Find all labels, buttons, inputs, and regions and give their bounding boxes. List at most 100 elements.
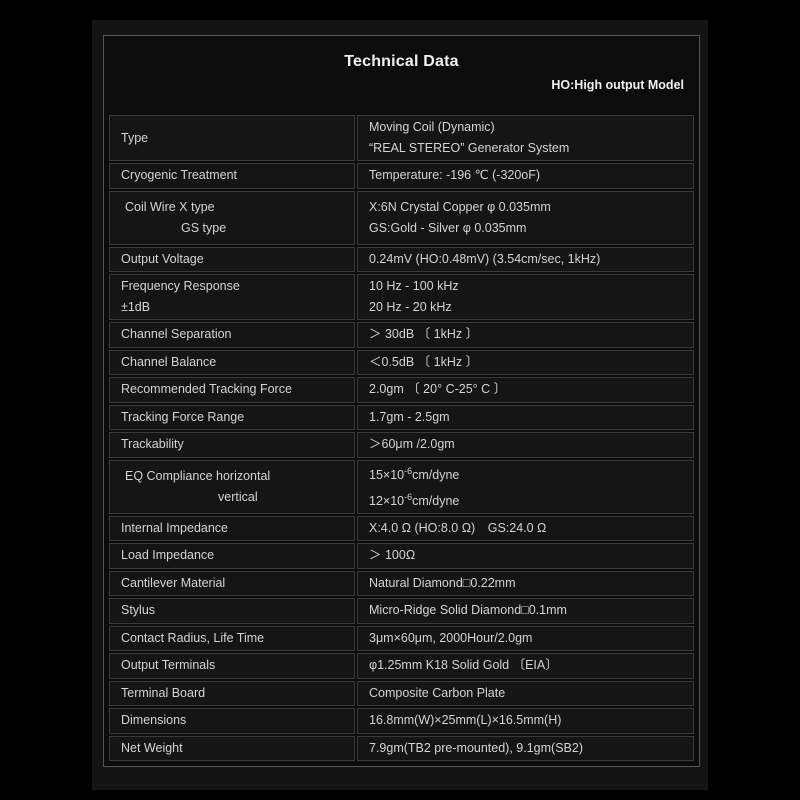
label-text: Recommended Tracking Force bbox=[121, 382, 292, 397]
spec-value: X:6N Crystal Copper φ 0.035mm GS:Gold - … bbox=[357, 190, 694, 245]
spec-label: Coil Wire X type GS type bbox=[109, 190, 355, 245]
label-text: Trackability bbox=[121, 437, 184, 452]
spec-label: Output Terminals bbox=[109, 653, 355, 679]
label-text: ±1dB bbox=[121, 300, 151, 314]
table-row: Net Weight 7.9gm(TB2 pre-mounted), 9.1gm… bbox=[109, 735, 694, 761]
table-row: Output Voltage 0.24mV (HO:0.48mV) (3.54c… bbox=[109, 246, 694, 272]
label-text: Cantilever Material bbox=[121, 575, 226, 590]
label-text: Stylus bbox=[121, 603, 156, 618]
spec-label: Net Weight bbox=[109, 735, 355, 761]
spec-value: 1.7gm - 2.5gm bbox=[357, 404, 694, 430]
value-exponent: -6 bbox=[404, 466, 413, 477]
value-text: 16.8mm(W)×25mm(L)×16.5mm(H) bbox=[369, 713, 562, 728]
value-text: 2.0gm 〔 20° C-25° C 〕 bbox=[369, 382, 507, 397]
value-text: Natural Diamond□0.22mm bbox=[369, 575, 516, 590]
spec-label: Cryogenic Treatment bbox=[109, 163, 355, 189]
value-text: ＞ 100Ω bbox=[369, 548, 416, 563]
spec-value: 0.24mV (HO:0.48mV) (3.54cm/sec, 1kHz) bbox=[357, 246, 694, 272]
table-row: Cantilever Material Natural Diamond□0.22… bbox=[109, 570, 694, 596]
spec-label: Frequency Response ±1dB bbox=[109, 274, 355, 320]
label-text: GS type bbox=[181, 220, 227, 235]
spec-label: Trackability bbox=[109, 432, 355, 458]
table-row: Dimensions 16.8mm(W)×25mm(L)×16.5mm(H) bbox=[109, 708, 694, 734]
value-text: “REAL STEREO” Generator System bbox=[369, 141, 570, 155]
spec-label: Terminal Board bbox=[109, 680, 355, 706]
label-text: Contact Radius, Life Time bbox=[121, 630, 265, 645]
value-exponent: -6 bbox=[404, 491, 413, 502]
value-text: X:6N Crystal Copper φ 0.035mm bbox=[369, 199, 551, 214]
spec-label: Recommended Tracking Force bbox=[109, 377, 355, 403]
table-row: Coil Wire X type GS type X:6N Crystal Co… bbox=[109, 190, 694, 245]
label-text: EQ Compliance horizontal bbox=[125, 468, 271, 483]
spec-label: Output Voltage bbox=[109, 246, 355, 272]
table-row: Load Impedance ＞ 100Ω bbox=[109, 543, 694, 569]
table-row: Output Terminals φ1.25mm K18 Solid Gold … bbox=[109, 653, 694, 679]
spec-label: Dimensions bbox=[109, 708, 355, 734]
spec-label: EQ Compliance horizontal vertical bbox=[109, 459, 355, 514]
table-row: Terminal Board Composite Carbon Plate bbox=[109, 680, 694, 706]
label-text: Channel Balance bbox=[121, 354, 217, 369]
spec-value: 3μm×60μm, 2000Hour/2.0gm bbox=[357, 625, 694, 651]
table-row: Contact Radius, Life Time 3μm×60μm, 2000… bbox=[109, 625, 694, 651]
value-text: Composite Carbon Plate bbox=[369, 685, 506, 700]
spec-value: ＞60μm /2.0gm bbox=[357, 432, 694, 458]
page-title: Technical Data bbox=[344, 53, 459, 70]
spec-value: Composite Carbon Plate bbox=[357, 680, 694, 706]
label-text: Coil Wire X type bbox=[125, 199, 215, 214]
spec-value: Moving Coil (Dynamic) “REAL STEREO” Gene… bbox=[357, 115, 694, 161]
table-row: Internal Impedance X:4.0 Ω (HO:8.0 Ω) GS… bbox=[109, 515, 694, 541]
table-row: Channel Separation ＞ 30dB 〔 1kHz 〕 bbox=[109, 322, 694, 348]
value-text: 10 Hz - 100 kHz bbox=[369, 279, 459, 293]
value-text: 0.24mV (HO:0.48mV) (3.54cm/sec, 1kHz) bbox=[369, 251, 601, 266]
spec-label: Internal Impedance bbox=[109, 515, 355, 541]
spec-label: Stylus bbox=[109, 598, 355, 624]
label-text: Load Impedance bbox=[121, 548, 215, 563]
value-base: 12×10 bbox=[369, 493, 405, 508]
value-text: φ1.25mm K18 Solid Gold 〔EIA〕 bbox=[369, 658, 558, 673]
label-text: Channel Separation bbox=[121, 327, 232, 342]
label-text: Frequency Response bbox=[121, 279, 240, 293]
label-text: Tracking Force Range bbox=[121, 409, 245, 424]
table-row: Cryogenic Treatment Temperature: -196 ℃ … bbox=[109, 163, 694, 189]
table-row: Trackability ＞60μm /2.0gm bbox=[109, 432, 694, 458]
label-text: Type bbox=[121, 130, 149, 145]
spec-label: Cantilever Material bbox=[109, 570, 355, 596]
value-text: Temperature: -196 ℃ (-320oF) bbox=[369, 168, 541, 183]
table-row: Channel Balance ＜0.5dB 〔 1kHz 〕 bbox=[109, 349, 694, 375]
value-text: ＞ 30dB 〔 1kHz 〕 bbox=[369, 327, 479, 342]
spec-value: ＞ 100Ω bbox=[357, 543, 694, 569]
label-text: Dimensions bbox=[121, 713, 187, 728]
spec-label: Channel Separation bbox=[109, 322, 355, 348]
spec-value: ＞ 30dB 〔 1kHz 〕 bbox=[357, 322, 694, 348]
label-text: Output Voltage bbox=[121, 251, 204, 266]
spec-table: Type Moving Coil (Dynamic) “REAL STEREO”… bbox=[107, 113, 696, 763]
value-unit: cm/dyne bbox=[412, 468, 460, 483]
label-text: Cryogenic Treatment bbox=[121, 168, 238, 183]
value-text: 7.9gm(TB2 pre-mounted), 9.1gm(SB2) bbox=[369, 740, 583, 755]
spec-value: Micro-Ridge Solid Diamond□0.1mm bbox=[357, 598, 694, 624]
value-unit: cm/dyne bbox=[412, 493, 460, 508]
spec-value: ＜0.5dB 〔 1kHz 〕 bbox=[357, 349, 694, 375]
value-text: GS:Gold - Silver φ 0.035mm bbox=[369, 220, 527, 235]
spec-label: Channel Balance bbox=[109, 349, 355, 375]
spec-value: Natural Diamond□0.22mm bbox=[357, 570, 694, 596]
label-text: vertical bbox=[218, 489, 258, 504]
value-text: ＞60μm /2.0gm bbox=[369, 437, 455, 452]
value-text: X:4.0 Ω (HO:8.0 Ω) GS:24.0 Ω bbox=[369, 520, 547, 535]
value-text: 3μm×60μm, 2000Hour/2.0gm bbox=[369, 630, 533, 645]
table-row: Type Moving Coil (Dynamic) “REAL STEREO”… bbox=[109, 115, 694, 161]
technical-data-panel: Technical Data HO:High output Model Type… bbox=[103, 35, 700, 767]
value-text: 15×10-6cm/dyne bbox=[369, 461, 682, 486]
model-note: HO:High output Model bbox=[551, 78, 684, 92]
spec-value: Temperature: -196 ℃ (-320oF) bbox=[357, 163, 694, 189]
table-row: Tracking Force Range 1.7gm - 2.5gm bbox=[109, 404, 694, 430]
table-row: EQ Compliance horizontal vertical 15×10-… bbox=[109, 459, 694, 514]
value-text: Moving Coil (Dynamic) bbox=[369, 120, 495, 134]
label-text: Internal Impedance bbox=[121, 520, 229, 535]
table-row: Stylus Micro-Ridge Solid Diamond□0.1mm bbox=[109, 598, 694, 624]
spec-value: 10 Hz - 100 kHz 20 Hz - 20 kHz bbox=[357, 274, 694, 320]
spec-value: 7.9gm(TB2 pre-mounted), 9.1gm(SB2) bbox=[357, 735, 694, 761]
spec-value: 16.8mm(W)×25mm(L)×16.5mm(H) bbox=[357, 708, 694, 734]
value-text: 12×10-6cm/dyne bbox=[369, 487, 682, 512]
spec-label: Load Impedance bbox=[109, 543, 355, 569]
